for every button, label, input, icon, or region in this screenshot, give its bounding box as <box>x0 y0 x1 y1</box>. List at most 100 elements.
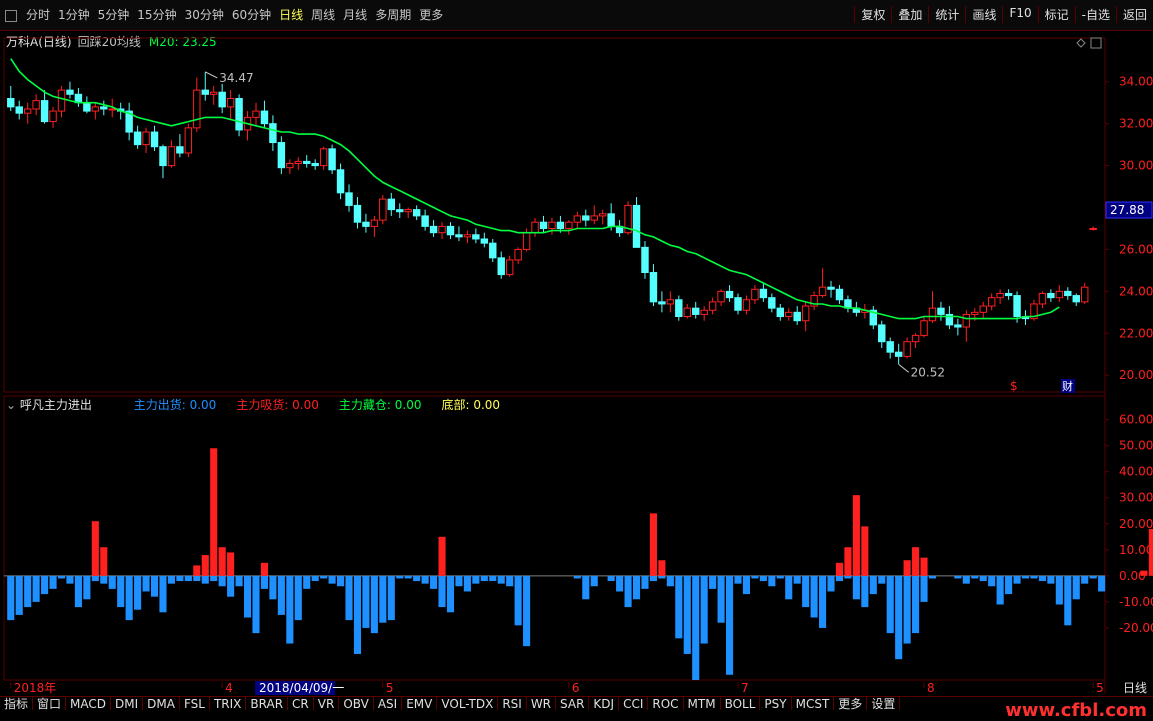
period-tab-10[interactable]: 更多 <box>415 6 447 23</box>
bar-1-25 <box>218 547 226 576</box>
tool-button-3[interactable]: 画线 <box>965 6 1002 23</box>
indicator-tab-18[interactable]: CCI <box>619 697 649 711</box>
bar-0-76 <box>649 575 657 582</box>
bar-0-125 <box>1064 575 1072 626</box>
bar-0-28 <box>243 575 252 618</box>
bar-0-11 <box>100 575 108 584</box>
candle-body-40 <box>345 192 353 206</box>
period-tab-8[interactable]: 月线 <box>339 6 371 23</box>
indicator-tab-20[interactable]: MTM <box>684 697 721 711</box>
indicator-tab-13[interactable]: VOL-TDX <box>437 697 499 711</box>
bar-0-87 <box>742 575 751 595</box>
bar-0-75 <box>641 575 649 589</box>
indicator-tab-6[interactable]: TRIX <box>210 697 247 711</box>
candle-body-109 <box>928 307 937 322</box>
period-tab-4[interactable]: 30分钟 <box>181 6 228 23</box>
bar-0-58 <box>497 575 505 584</box>
period-tab-2[interactable]: 5分钟 <box>94 6 134 23</box>
tool-button-7[interactable]: 返回 <box>1115 6 1153 23</box>
candle-body-64 <box>548 221 556 229</box>
candle-body-117 <box>996 292 1004 299</box>
indicator-tab-1[interactable]: 窗口 <box>33 697 67 711</box>
main-panel-frame <box>3 37 1106 393</box>
bar-0-40 <box>345 575 353 621</box>
candle-body-123 <box>1047 292 1055 299</box>
bar-0-47 <box>404 575 412 579</box>
xtick-label-4: 6 <box>572 681 580 695</box>
bar-0-48 <box>413 575 421 582</box>
indicator-tab-19[interactable]: ROC <box>648 697 684 711</box>
period-tab-7[interactable]: 周线 <box>307 6 339 23</box>
bar-0-18 <box>159 575 167 613</box>
period-tab-6[interactable]: 日线 <box>275 6 307 23</box>
tool-button-1[interactable]: 叠加 <box>891 6 928 23</box>
tool-button-2[interactable]: 统计 <box>928 6 965 23</box>
candle-body-97 <box>827 286 835 290</box>
bar-0-88 <box>751 575 759 579</box>
candle-body-58 <box>497 257 505 276</box>
indicator-tab-7[interactable]: BRAR <box>246 697 289 711</box>
xtick-label-1: 4 <box>225 681 233 695</box>
indicator-tab-2[interactable]: MACD <box>66 697 112 711</box>
indicator-tab-5[interactable]: FSL <box>180 697 210 711</box>
indicator-tab-15[interactable]: WR <box>527 697 557 711</box>
bar-1-99 <box>844 547 852 576</box>
indicator-tab-3[interactable]: DMI <box>111 697 144 711</box>
bar-0-21 <box>184 575 192 582</box>
main-ytick-label-6: 32.00 <box>1119 117 1153 131</box>
tool-button-6[interactable]: -自选 <box>1074 6 1116 23</box>
indicator-tab-0[interactable]: 指标 <box>0 697 34 711</box>
indicator-tab-4[interactable]: DMA <box>143 697 180 711</box>
indicator-tab-10[interactable]: OBV <box>339 697 374 711</box>
candle-body-96 <box>818 286 827 297</box>
candle-body-92 <box>785 311 793 318</box>
indicator-tab-9[interactable]: VR <box>314 697 340 711</box>
xtick-label-3: 5 <box>386 681 394 695</box>
candle-body-31 <box>269 123 277 144</box>
indicator-tab-24[interactable]: 更多 <box>834 697 868 711</box>
panel-maximize-icon <box>1090 37 1102 49</box>
candle-body-42 <box>362 221 370 227</box>
candle-body-93 <box>793 311 801 322</box>
indicator-tab-23[interactable]: MCST <box>792 697 835 711</box>
bar-0-85 <box>725 575 734 675</box>
bar-1-77 <box>658 560 666 576</box>
indicator-tab-8[interactable]: CR <box>288 697 314 711</box>
main-ytick-label-1: 22.00 <box>1119 326 1153 340</box>
period-tab-3[interactable]: 15分钟 <box>133 6 180 23</box>
indicator-tab-22[interactable]: PSY <box>760 697 792 711</box>
indicator-tab-16[interactable]: SAR <box>556 697 590 711</box>
indicator-tab-14[interactable]: RSI <box>498 697 527 711</box>
panel-diamond-icon <box>1076 38 1086 48</box>
bar-0-126 <box>1072 575 1080 600</box>
bar-0-86 <box>734 575 742 584</box>
xtick-label-0: 2018年 <box>14 681 57 695</box>
indicator-tab-12[interactable]: EMV <box>402 697 438 711</box>
bar-0-92 <box>785 575 793 600</box>
period-tab-5[interactable]: 60分钟 <box>228 6 275 23</box>
period-tab-0[interactable]: 分时 <box>22 6 54 23</box>
candle-body-5 <box>49 110 57 123</box>
candle-body-35 <box>303 160 311 164</box>
candle-body-128 <box>1089 227 1097 230</box>
tool-button-0[interactable]: 复权 <box>854 6 891 23</box>
indicator-tab-25[interactable]: 设置 <box>867 697 901 711</box>
main-ytick-label-5: 30.00 <box>1119 159 1153 173</box>
period-tab-1[interactable]: 1分钟 <box>54 6 94 23</box>
period-tab-9[interactable]: 多周期 <box>371 6 415 23</box>
candle-body-57 <box>489 242 497 259</box>
tool-button-4[interactable]: F10 <box>1002 6 1037 23</box>
candle-body-80 <box>683 307 691 318</box>
low-annotation-pointer <box>898 363 909 373</box>
indicator-tab-17[interactable]: KDJ <box>589 697 620 711</box>
sub-ytick-label-4: 20.00 <box>1119 517 1153 531</box>
tool-button-5[interactable]: 标记 <box>1037 6 1075 23</box>
menu-square-icon[interactable] <box>5 10 17 22</box>
bar-0-0 <box>7 575 15 621</box>
candle-body-83 <box>708 301 717 311</box>
bar-0-23 <box>201 575 209 584</box>
indicator-tab-21[interactable]: BOLL <box>721 697 761 711</box>
candle-body-37 <box>319 148 328 167</box>
indicator-tab-11[interactable]: ASI <box>374 697 403 711</box>
bar-0-13 <box>117 575 125 608</box>
